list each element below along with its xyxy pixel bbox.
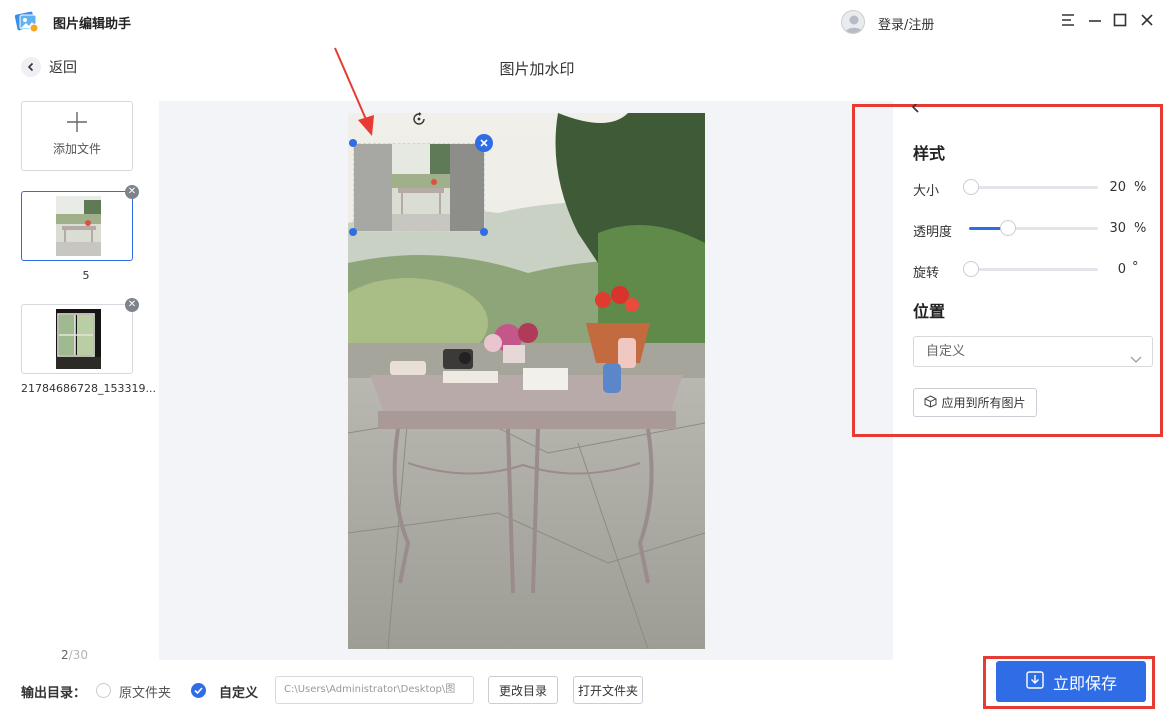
- save-now-button[interactable]: 立即保存: [996, 661, 1146, 702]
- position-section-title: 位置: [913, 302, 946, 321]
- file-thumbnail[interactable]: ✕: [21, 185, 139, 261]
- collapse-panel-icon[interactable]: [909, 104, 923, 116]
- annotation-arrow: [330, 46, 380, 138]
- counter-total: /30: [68, 648, 88, 662]
- maximize-icon[interactable]: [1110, 10, 1130, 30]
- file-counter: 2/30: [61, 648, 88, 662]
- position-select-value: 自定义: [926, 344, 966, 359]
- user-avatar[interactable]: [841, 10, 865, 34]
- app-title: 图片编辑助手: [53, 17, 132, 32]
- option-original-label: 原文件夹: [119, 686, 172, 701]
- radio-original-folder[interactable]: [96, 683, 111, 698]
- chevron-down-icon: [1130, 346, 1142, 375]
- radio-custom-folder[interactable]: [191, 683, 206, 698]
- opacity-slider[interactable]: [969, 220, 1098, 236]
- app-logo: [14, 8, 40, 34]
- add-file-label: 添加文件: [52, 142, 101, 156]
- opacity-unit: %: [1134, 221, 1147, 236]
- watermark-layer[interactable]: [353, 143, 485, 232]
- minimize-icon[interactable]: [1085, 10, 1105, 30]
- page-title: 图片加水印: [499, 60, 575, 78]
- option-custom-label: 自定义: [219, 686, 259, 701]
- opacity-label: 透明度: [913, 225, 953, 240]
- file-name: 5: [82, 269, 90, 282]
- rotate-handle-icon[interactable]: [411, 111, 427, 127]
- size-label: 大小: [913, 184, 940, 199]
- resize-handle[interactable]: [349, 228, 357, 236]
- close-icon[interactable]: [1137, 10, 1157, 30]
- position-select[interactable]: 自定义: [913, 336, 1153, 367]
- remove-file-icon[interactable]: ✕: [125, 298, 139, 312]
- size-slider[interactable]: [963, 179, 1098, 195]
- file-name: 21784686728_153319...: [21, 382, 156, 395]
- open-folder-button[interactable]: 打开文件夹: [573, 676, 643, 704]
- rotation-label: 旋转: [913, 266, 940, 281]
- remove-file-icon[interactable]: ✕: [125, 185, 139, 199]
- size-value: 20: [1109, 180, 1126, 195]
- save-now-label: 立即保存: [1052, 673, 1117, 693]
- rotation-slider-thumb[interactable]: [963, 261, 979, 277]
- apply-all-button[interactable]: 应用到所有图片: [913, 388, 1037, 417]
- file-thumbnail[interactable]: ✕: [21, 298, 139, 374]
- size-unit: %: [1134, 180, 1147, 195]
- delete-watermark-icon[interactable]: [475, 134, 493, 152]
- output-path-input[interactable]: C:\Users\Administrator\Desktop\图: [275, 676, 474, 704]
- output-dir-label: 输出目录：: [21, 686, 87, 701]
- size-slider-thumb[interactable]: [963, 179, 979, 195]
- download-icon: [1025, 670, 1045, 694]
- rotation-value: 0: [1117, 262, 1126, 277]
- style-section-title: 样式: [913, 144, 946, 163]
- counter-current: 2: [61, 648, 69, 662]
- rotation-unit: °: [1132, 260, 1139, 275]
- login-link[interactable]: 登录/注册: [878, 14, 934, 33]
- change-dir-button[interactable]: 更改目录: [488, 676, 558, 704]
- opacity-slider-thumb[interactable]: [1000, 220, 1016, 236]
- thumbnail-image: [56, 309, 101, 369]
- add-file-button[interactable]: 添加文件: [21, 101, 133, 171]
- resize-handle[interactable]: [480, 228, 488, 236]
- rotation-slider[interactable]: [963, 261, 1098, 277]
- menu-icon[interactable]: [1058, 10, 1078, 30]
- apply-all-label: 应用到所有图片: [941, 396, 1026, 410]
- opacity-value: 30: [1109, 221, 1126, 236]
- resize-handle[interactable]: [349, 139, 357, 147]
- plus-icon: [22, 110, 132, 136]
- thumbnail-image: [56, 196, 101, 256]
- cube-icon: [924, 394, 937, 411]
